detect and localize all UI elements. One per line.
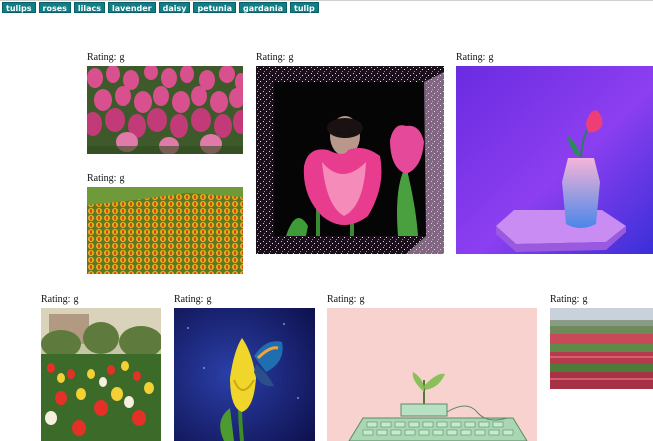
image-card: Rating: g <box>327 294 537 441</box>
tag-tulips[interactable]: tulips <box>2 2 36 13</box>
tag-tulip[interactable]: tulip <box>290 2 319 13</box>
rating-text: Rating: g <box>256 52 294 63</box>
image-card: Rating: g <box>87 52 243 154</box>
pink-tulips-mask-art-image[interactable] <box>256 66 444 254</box>
rating-text: Rating: g <box>87 52 125 63</box>
image-card: Rating: g <box>41 294 161 441</box>
butterfly-tulip-art-image[interactable] <box>174 308 315 441</box>
tag-lilacs[interactable]: lilacs <box>73 2 106 13</box>
tag-lavender[interactable]: lavender <box>108 2 156 13</box>
rating-text: Rating: g <box>87 173 125 184</box>
image-card: Rating: g <box>456 52 653 254</box>
image-card: Rating: g <box>256 52 444 254</box>
tag-bar: tulips roses lilacs lavender daisy petun… <box>2 2 319 13</box>
tulip-fields-landscape-image[interactable] <box>550 308 653 389</box>
rating-text: Rating: g <box>456 52 494 63</box>
image-card: Rating: g <box>550 294 653 389</box>
rating-text: Rating: g <box>41 294 79 305</box>
tag-daisy[interactable]: daisy <box>158 2 191 13</box>
mixed-tulips-park-image[interactable] <box>41 308 161 441</box>
tulip-vase-render-image[interactable] <box>456 66 653 254</box>
tag-gardania[interactable]: gardania <box>238 2 287 13</box>
yellow-tulip-field-image[interactable] <box>87 187 243 274</box>
sprout-keyboard-illustration-image[interactable] <box>327 308 537 441</box>
pink-tulip-field-image[interactable] <box>87 66 243 154</box>
rating-text: Rating: g <box>174 294 212 305</box>
tag-petunia[interactable]: petunia <box>193 2 236 13</box>
rating-text: Rating: g <box>550 294 588 305</box>
image-card: Rating: g <box>174 294 315 441</box>
rating-text: Rating: g <box>327 294 365 305</box>
image-card: Rating: g <box>87 173 243 274</box>
tag-roses[interactable]: roses <box>38 2 71 13</box>
